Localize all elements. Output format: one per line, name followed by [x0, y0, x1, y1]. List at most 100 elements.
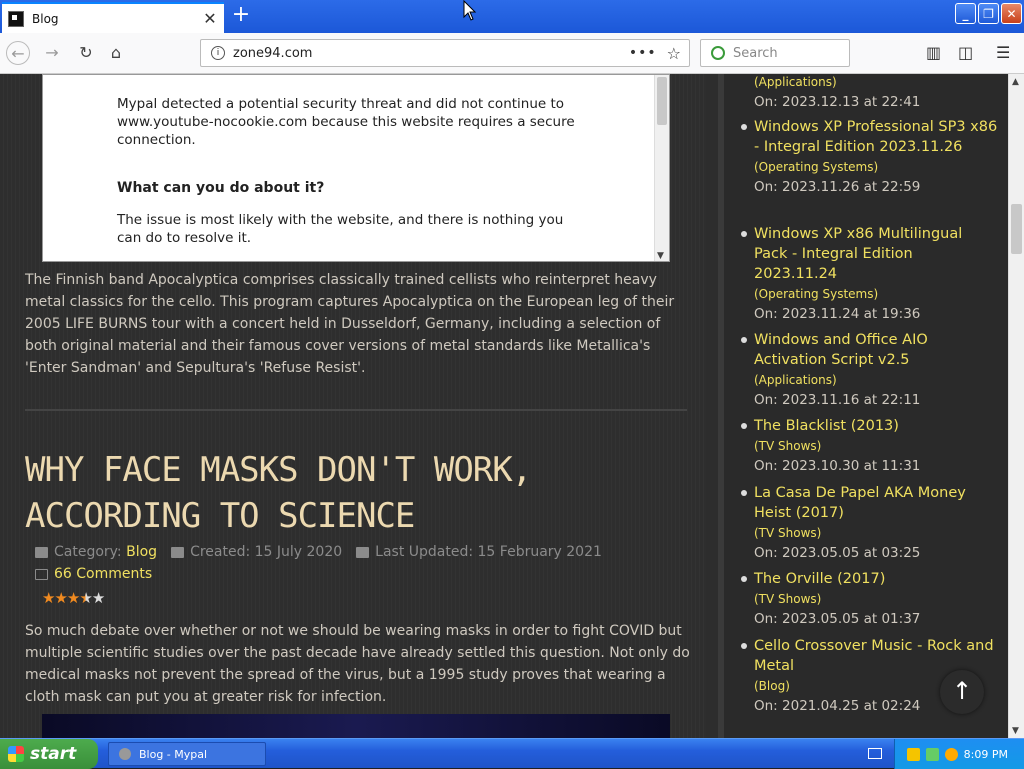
- star-icon[interactable]: ★: [67, 589, 80, 607]
- error-heading: What can you do about it?: [117, 180, 325, 196]
- security-shield-icon[interactable]: [906, 747, 920, 761]
- mypal-icon: [119, 748, 131, 760]
- forward-button[interactable]: →: [40, 41, 64, 65]
- article-meta: Category: Blog Created: 15 July 2020 Las…: [35, 544, 602, 560]
- tab-title: Blog: [32, 11, 59, 26]
- item-title[interactable]: Windows XP Professional SP3 x86 - Integr…: [741, 117, 999, 157]
- article-divider: [25, 409, 687, 411]
- folder-icon: [35, 546, 48, 558]
- embedded-video-error-frame: Mypal detected a potential security thre…: [42, 74, 670, 262]
- windows-logo-icon: [8, 746, 24, 762]
- new-tab-button[interactable]: +: [230, 4, 252, 28]
- article-title[interactable]: Why Face Masks Don't Work, According to …: [25, 447, 690, 539]
- minimize-button[interactable]: _: [955, 3, 976, 24]
- page-scroll-thumb[interactable]: [1011, 204, 1022, 254]
- article-body-text: The Finnish band Apocalyptica comprises …: [25, 272, 675, 376]
- close-tab-icon[interactable]: ✕: [202, 9, 218, 28]
- search-engine-icon: [711, 46, 725, 60]
- library-icon[interactable]: ▥: [926, 43, 941, 62]
- maximize-button[interactable]: ❐: [978, 3, 999, 24]
- item-category[interactable]: (Applications): [754, 74, 999, 92]
- list-item: (Applications) On: 2023.12.13 at 22:41: [754, 74, 999, 112]
- scroll-down-arrow-icon[interactable]: ▼: [657, 251, 664, 261]
- search-input[interactable]: Search: [700, 39, 850, 67]
- scroll-down-arrow-icon[interactable]: ▼: [1012, 726, 1019, 736]
- system-tray: 8:09 PM: [894, 739, 1024, 769]
- item-title[interactable]: Windows and Office AIO Activation Script…: [741, 330, 999, 370]
- item-title[interactable]: The Blacklist (2013): [741, 416, 999, 436]
- item-category[interactable]: (Operating Systems): [754, 284, 999, 304]
- item-date: On: 2023.05.05 at 03:25: [754, 545, 921, 561]
- created-date: Created: 15 July 2020: [190, 544, 343, 560]
- main-column: Mypal detected a potential security thre…: [0, 74, 706, 738]
- star-icon[interactable]: ★: [54, 589, 67, 607]
- clock[interactable]: 8:09 PM: [964, 748, 1008, 761]
- network-icon[interactable]: [925, 747, 939, 761]
- comment-icon: [35, 568, 48, 580]
- category-label: Category:: [54, 544, 122, 560]
- item-date: On: 2023.05.05 at 01:37: [754, 611, 921, 627]
- list-item: Windows and Office AIO Activation Script…: [741, 330, 999, 410]
- item-date: On: 2023.11.16 at 22:11: [754, 392, 921, 408]
- item-date: On: 2023.10.30 at 11:31: [754, 458, 921, 474]
- site-info-icon[interactable]: i: [211, 46, 225, 60]
- star-icon[interactable]: ★: [79, 589, 92, 607]
- address-bar[interactable]: i zone94.com ••• ☆: [200, 39, 690, 67]
- browser-window: Blog ✕ + _ ❐ ✕ ← → ↻ ⌂ i zone94.com ••• …: [0, 0, 1024, 738]
- item-category[interactable]: (TV Shows): [754, 523, 999, 543]
- list-item: The Blacklist (2013) (TV Shows) On: 2023…: [741, 416, 999, 476]
- item-category[interactable]: (TV Shows): [754, 436, 999, 456]
- calendar-icon: [356, 546, 370, 558]
- list-item: Windows XP Professional SP3 x86 - Integr…: [741, 117, 999, 197]
- taskbar: start Blog - Mypal 8:09 PM: [0, 738, 1024, 769]
- scroll-up-arrow-icon[interactable]: ▲: [1012, 77, 1019, 87]
- navigation-toolbar: ← → ↻ ⌂ i zone94.com ••• ☆ Search ▥ ◫ ☰: [0, 33, 1024, 74]
- tab-bar: Blog ✕ + _ ❐ ✕: [0, 0, 1024, 33]
- back-button[interactable]: ←: [6, 41, 30, 65]
- item-date: On: 2023.11.24 at 19:36: [754, 306, 921, 322]
- item-category[interactable]: (Operating Systems): [754, 157, 999, 177]
- comments-count[interactable]: 66 Comments: [54, 566, 152, 582]
- item-category[interactable]: (TV Shows): [754, 589, 999, 609]
- close-window-button[interactable]: ✕: [1001, 3, 1022, 24]
- home-button[interactable]: ⌂: [104, 41, 128, 65]
- item-date: On: 2023.12.13 at 22:41: [754, 94, 921, 110]
- menu-icon[interactable]: ☰: [996, 43, 1010, 62]
- search-placeholder: Search: [733, 45, 778, 61]
- item-title[interactable]: La Casa De Papel AKA Money Heist (2017): [741, 483, 999, 523]
- scroll-to-top-button[interactable]: ↑: [940, 670, 984, 714]
- list-item: La Casa De Papel AKA Money Heist (2017) …: [741, 483, 999, 563]
- page-scrollbar[interactable]: ▲ ▼: [1008, 74, 1024, 738]
- frame-scrollbar[interactable]: ▼: [654, 75, 669, 261]
- web-page: Mypal detected a potential security thre…: [0, 74, 1008, 738]
- reload-button[interactable]: ↻: [74, 41, 98, 65]
- article-image: [42, 714, 670, 738]
- item-title[interactable]: Windows XP x86 Multilingual Pack - Integ…: [741, 224, 999, 284]
- keyboard-icon[interactable]: [868, 748, 882, 759]
- star-icon[interactable]: ★: [42, 589, 55, 607]
- calendar-icon: [171, 546, 185, 558]
- star-rating[interactable]: ★★★★★: [42, 589, 105, 607]
- url-text[interactable]: zone94.com: [233, 46, 629, 61]
- tab-blog[interactable]: Blog ✕: [2, 2, 224, 33]
- taskbar-item-mypal[interactable]: Blog - Mypal: [108, 742, 266, 766]
- comments-link[interactable]: 66 Comments: [35, 566, 152, 582]
- error-message: Mypal detected a potential security thre…: [117, 96, 575, 148]
- start-label: start: [30, 744, 77, 764]
- item-category[interactable]: (Applications): [754, 370, 999, 390]
- search-tray-icon[interactable]: [944, 747, 958, 761]
- item-title[interactable]: The Orville (2017): [741, 569, 999, 589]
- category-link[interactable]: Blog: [126, 544, 157, 560]
- start-button[interactable]: start: [0, 739, 98, 769]
- bookmark-star-icon[interactable]: ☆: [667, 44, 681, 63]
- mouse-cursor-icon: [463, 0, 477, 21]
- frame-scroll-thumb[interactable]: [657, 77, 667, 125]
- list-item: Windows XP x86 Multilingual Pack - Integ…: [741, 224, 999, 324]
- page-actions-icon[interactable]: •••: [629, 45, 657, 61]
- list-item: The Orville (2017) (TV Shows) On: 2023.0…: [741, 569, 999, 629]
- updated-date: Last Updated: 15 February 2021: [375, 544, 602, 560]
- sidebar-toggle-icon[interactable]: ◫: [958, 43, 973, 62]
- star-icon[interactable]: ★: [92, 589, 105, 607]
- item-date: On: 2023.11.26 at 22:59: [754, 179, 921, 195]
- article-summary: So much debate over whether or not we sh…: [25, 623, 690, 705]
